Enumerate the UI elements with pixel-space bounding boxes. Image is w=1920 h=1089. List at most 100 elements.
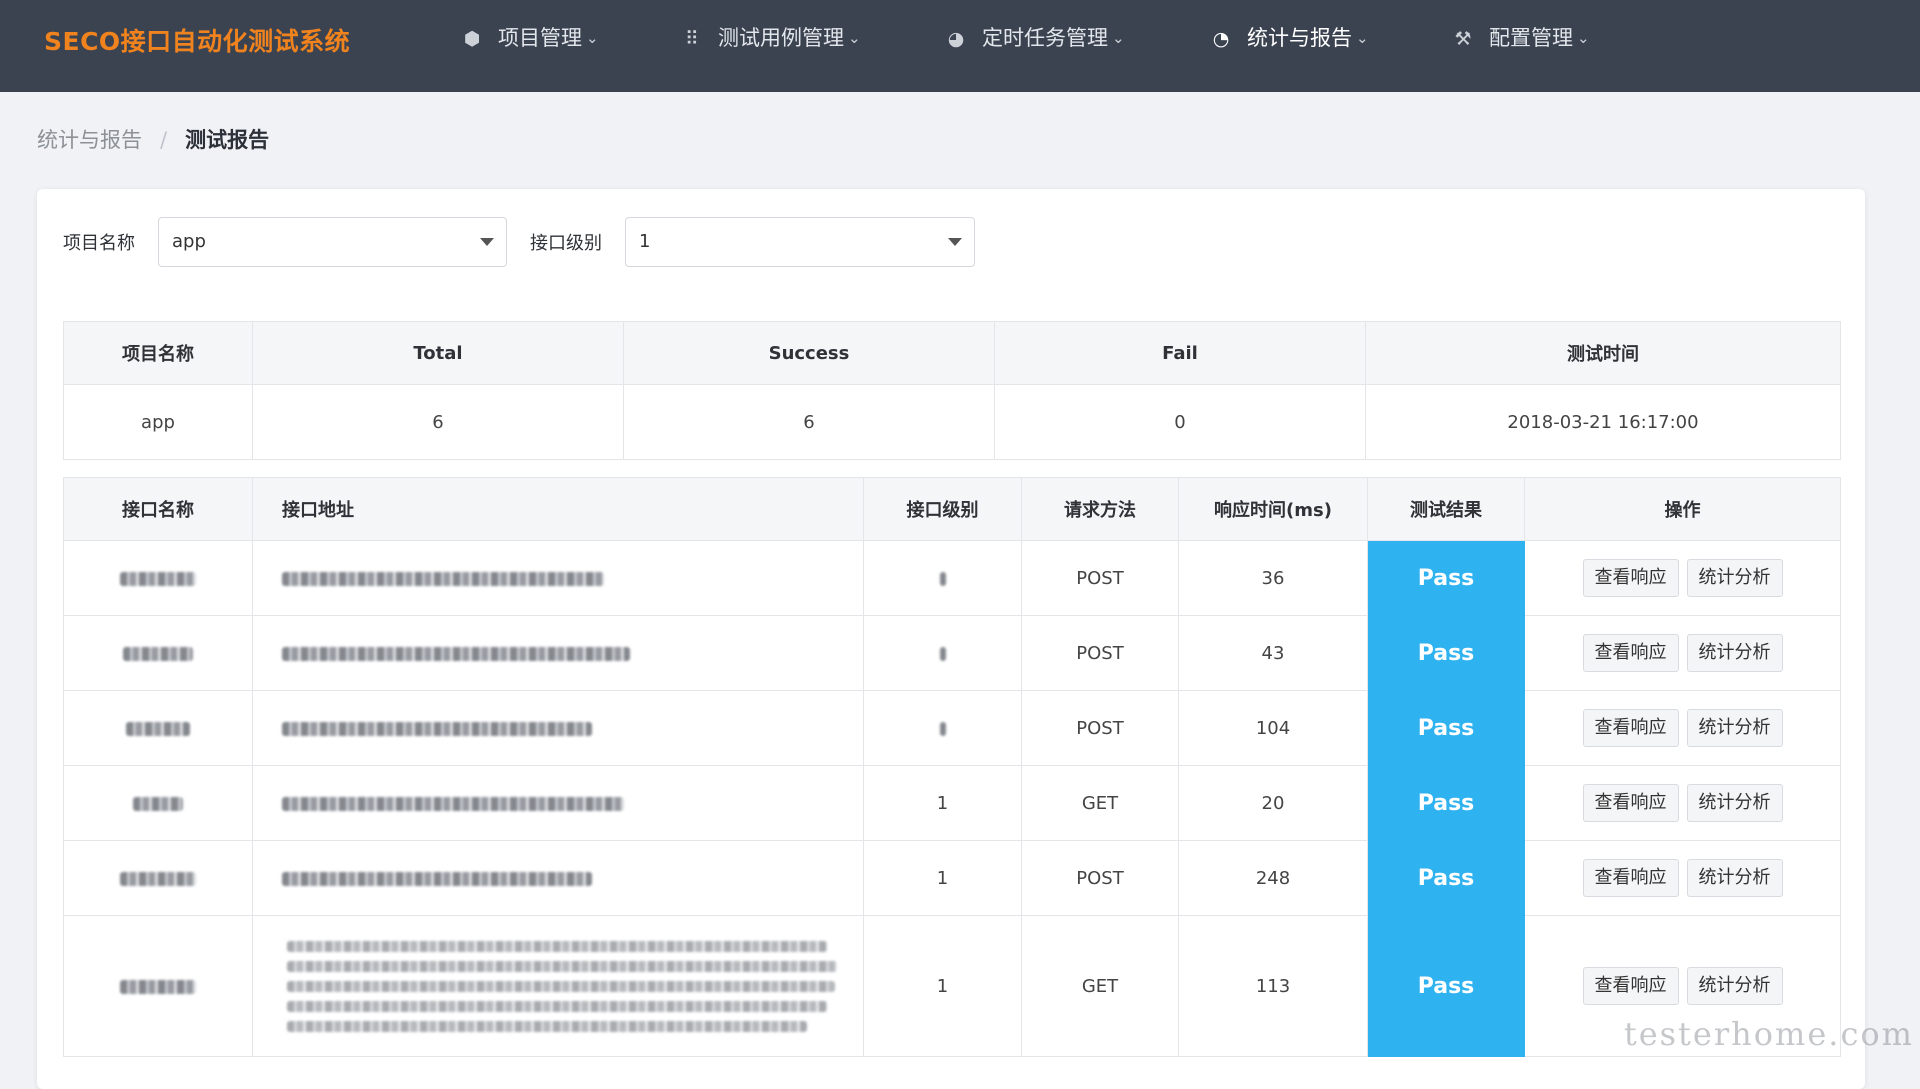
test-result-pass: Pass	[1368, 691, 1525, 766]
report-card: 项目名称 app 接口级别 1 项目名称 Total Success Fail …	[37, 189, 1865, 1089]
interface-name-cell	[64, 691, 253, 766]
grid-icon: ⠿	[680, 23, 704, 55]
summary-header-success: Success	[624, 322, 995, 385]
chevron-down-icon: ⌄	[1356, 22, 1369, 54]
request-method-cell: POST	[1022, 841, 1179, 916]
interface-url-cell	[253, 766, 864, 841]
request-method-cell: POST	[1022, 691, 1179, 766]
redacted-text-line	[287, 1021, 807, 1032]
header-interface-level: 接口级别	[864, 478, 1022, 541]
interface-name-cell	[64, 616, 253, 691]
watermark: testerhome.com	[1624, 1015, 1914, 1053]
response-time-cell: 248	[1179, 841, 1368, 916]
summary-total: 6	[253, 385, 624, 460]
redacted-interface-url	[282, 647, 630, 661]
statistics-analysis-button[interactable]: 统计分析	[1687, 784, 1783, 822]
level-select[interactable]: 1	[625, 217, 975, 267]
redacted-interface-name	[120, 980, 196, 994]
project-select[interactable]: app	[158, 217, 507, 267]
redacted-interface-url	[287, 941, 827, 952]
request-method-cell: GET	[1022, 766, 1179, 841]
view-response-button[interactable]: 查看响应	[1583, 634, 1679, 672]
redacted-text-line	[287, 981, 835, 992]
detail-header-row: 接口名称 接口地址 接口级别 请求方法 响应时间(ms) 测试结果 操作	[64, 478, 1841, 541]
header-interface-name: 接口名称	[64, 478, 253, 541]
actions-cell: 查看响应统计分析	[1525, 841, 1841, 916]
interface-level-cell	[864, 616, 1022, 691]
project-select-value: app	[172, 231, 206, 252]
response-time-cell: 113	[1179, 916, 1368, 1057]
summary-header-project: 项目名称	[64, 322, 253, 385]
nav-label: 配置管理	[1489, 26, 1573, 50]
actions-cell: 查看响应统计分析	[1525, 766, 1841, 841]
interface-name-cell	[64, 841, 253, 916]
statistics-analysis-button[interactable]: 统计分析	[1687, 559, 1783, 597]
response-time-cell: 43	[1179, 616, 1368, 691]
request-method-cell: POST	[1022, 541, 1179, 616]
response-time-cell: 20	[1179, 766, 1368, 841]
view-response-button[interactable]: 查看响应	[1583, 784, 1679, 822]
statistics-analysis-button[interactable]: 统计分析	[1687, 859, 1783, 897]
test-result-pass: Pass	[1368, 616, 1525, 691]
table-row: 1 GET 20 Pass 查看响应统计分析	[64, 766, 1841, 841]
nav-testcase-management[interactable]: ⠿ 测试用例管理⌄	[680, 22, 861, 54]
clock-icon: ◕	[944, 23, 968, 55]
view-response-button[interactable]: 查看响应	[1583, 559, 1679, 597]
statistics-analysis-button[interactable]: 统计分析	[1687, 634, 1783, 672]
redacted-interface-name	[133, 797, 183, 811]
nav-statistics-report[interactable]: ◔ 统计与报告⌄	[1209, 22, 1369, 54]
app-title[interactable]: SECO接口自动化测试系统	[44, 24, 350, 60]
nav-label: 统计与报告	[1247, 26, 1352, 50]
nav-scheduled-task-management[interactable]: ◕定时任务管理⌄	[944, 22, 1125, 54]
interface-results-table: 接口名称 接口地址 接口级别 请求方法 响应时间(ms) 测试结果 操作 POS…	[63, 477, 1841, 1057]
header-request-method: 请求方法	[1022, 478, 1179, 541]
table-row: POST 43 Pass 查看响应统计分析	[64, 616, 1841, 691]
redacted-interface-name	[120, 572, 196, 586]
actions-cell: 查看响应统计分析	[1525, 616, 1841, 691]
breadcrumb-parent[interactable]: 统计与报告	[37, 128, 142, 152]
redacted-level	[940, 647, 946, 661]
summary-header-row: 项目名称 Total Success Fail 测试时间	[64, 322, 1841, 385]
chevron-down-icon: ⌄	[848, 22, 861, 54]
view-response-button[interactable]: 查看响应	[1583, 709, 1679, 747]
statistics-analysis-button[interactable]: 统计分析	[1687, 709, 1783, 747]
interface-level-cell: 1	[864, 841, 1022, 916]
redacted-interface-url	[282, 797, 624, 811]
redacted-interface-name	[123, 647, 193, 661]
test-result-pass: Pass	[1368, 541, 1525, 616]
summary-test-time: 2018-03-21 16:17:00	[1366, 385, 1841, 460]
view-response-button[interactable]: 查看响应	[1583, 967, 1679, 1005]
request-method-cell: POST	[1022, 616, 1179, 691]
summary-fail: 0	[995, 385, 1366, 460]
actions-cell: 查看响应统计分析	[1525, 691, 1841, 766]
redacted-level	[940, 572, 946, 586]
view-response-button[interactable]: 查看响应	[1583, 859, 1679, 897]
interface-url-cell	[253, 541, 864, 616]
pie-chart-icon: ◔	[1209, 23, 1233, 55]
interface-url-cell	[253, 616, 864, 691]
chevron-down-icon: ⌄	[1112, 22, 1125, 54]
nav-project-management[interactable]: ⬢项目管理⌄	[460, 22, 599, 54]
response-time-cell: 104	[1179, 691, 1368, 766]
breadcrumb-separator: /	[160, 128, 167, 152]
table-row: POST 36 Pass 查看响应统计分析	[64, 541, 1841, 616]
level-filter-label: 接口级别	[530, 228, 602, 260]
table-row: 1 POST 248 Pass 查看响应统计分析	[64, 841, 1841, 916]
redacted-text-line	[287, 1001, 827, 1012]
summary-table: 项目名称 Total Success Fail 测试时间 app 6 6 0 2…	[63, 321, 1841, 460]
table-row: POST 104 Pass 查看响应统计分析	[64, 691, 1841, 766]
statistics-analysis-button[interactable]: 统计分析	[1687, 967, 1783, 1005]
nav-label: 项目管理	[498, 26, 582, 50]
request-method-cell: GET	[1022, 916, 1179, 1057]
redacted-interface-name	[126, 722, 190, 736]
summary-project: app	[64, 385, 253, 460]
interface-url-cell	[253, 916, 864, 1057]
summary-header-total: Total	[253, 322, 624, 385]
summary-header-fail: Fail	[995, 322, 1366, 385]
interface-level-cell: 1	[864, 916, 1022, 1057]
redacted-interface-name	[120, 872, 196, 886]
nav-config-management[interactable]: ⚒配置管理⌄	[1451, 22, 1590, 54]
breadcrumb-current: 测试报告	[185, 128, 269, 152]
nav-label: 测试用例管理	[718, 26, 844, 50]
dropdown-arrow-icon	[948, 238, 962, 246]
